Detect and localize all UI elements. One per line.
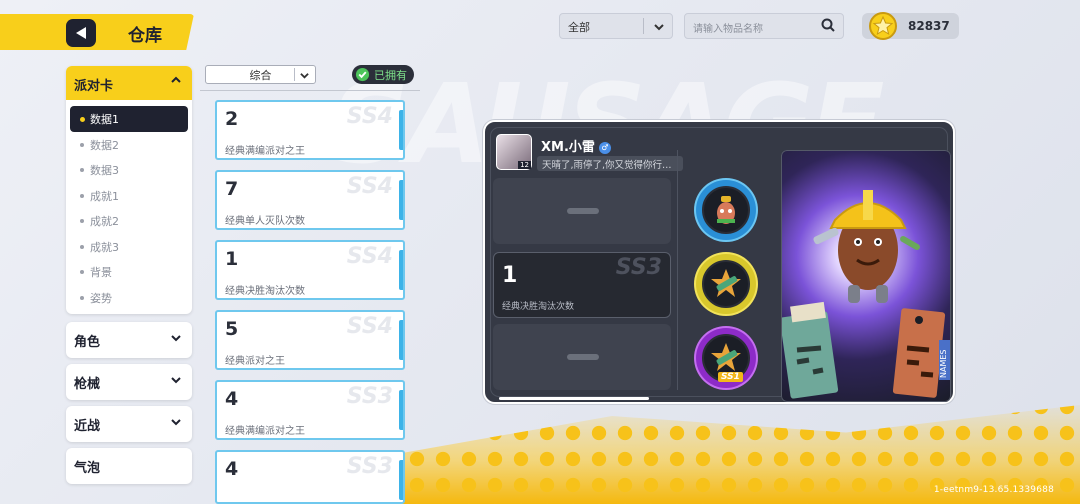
- currency-display: 82837: [862, 12, 959, 40]
- badge-tier-label: SS1: [718, 372, 743, 382]
- category-filter-value: 全部: [568, 21, 590, 34]
- showcase-frame: [781, 150, 951, 402]
- sausage-trophy-icon: [702, 186, 750, 234]
- stat-value: 1: [502, 263, 518, 288]
- stat-card[interactable]: SS3 4 经典满编派对之王: [215, 380, 405, 440]
- category-bubble[interactable]: 气泡: [66, 448, 192, 484]
- tier-label: SS4: [346, 314, 393, 339]
- player-name-text: XM.小雷: [541, 140, 595, 155]
- stat-card[interactable]: SS3 4: [215, 450, 405, 504]
- search-placeholder: 请输入物品名称: [693, 24, 763, 35]
- category-character[interactable]: 角色: [66, 322, 192, 358]
- subcategory-item[interactable]: 数据2: [70, 132, 188, 158]
- stat-label: 经典决胜淘汰次数: [225, 286, 305, 297]
- stat-card[interactable]: SS4 2 经典满编派对之王: [215, 100, 405, 160]
- subcategory-item[interactable]: 成就1: [70, 183, 188, 209]
- stat-value: 1: [225, 248, 239, 270]
- tier-label: SS4: [346, 244, 393, 269]
- tier-label: SS4: [346, 174, 393, 199]
- empty-dash: [567, 354, 599, 360]
- sort-select[interactable]: 综合: [205, 65, 316, 84]
- male-gender-icon: ♂: [598, 142, 611, 154]
- chevron-down-icon: [170, 416, 182, 432]
- category-filter-select[interactable]: 全部: [559, 13, 673, 39]
- chevron-down-icon: [170, 332, 182, 348]
- character-showcase: NAMES: [781, 150, 951, 402]
- stat-value: 7: [225, 178, 239, 200]
- select-divider: [643, 18, 644, 34]
- subcategory-item[interactable]: 成就2: [70, 208, 188, 234]
- category-label: 派对卡: [74, 79, 114, 94]
- star-gun-icon: [702, 260, 750, 308]
- achievement-badge[interactable]: [696, 254, 756, 314]
- stat-value: 5: [225, 318, 239, 340]
- subcategory-item[interactable]: 数据3: [70, 157, 188, 183]
- back-button[interactable]: [66, 19, 96, 47]
- category-menu-expanded: 派对卡 数据1 数据2 数据3 成就1 成就2 成就3 背景 姿势: [66, 66, 192, 314]
- avatar: 12: [496, 134, 532, 170]
- player-signature: 天晴了,雨停了,你又觉得你行…: [537, 156, 683, 171]
- owned-toggle[interactable]: 已拥有: [352, 65, 414, 84]
- category-melee[interactable]: 近战: [66, 406, 192, 442]
- stat-card[interactable]: SS4 5 经典派对之王: [215, 310, 405, 370]
- currency-amount: 82837: [908, 19, 950, 33]
- empty-stat-slot[interactable]: [493, 324, 671, 390]
- star-coin-icon: [868, 11, 898, 44]
- stat-card[interactable]: SS4 1 经典决胜淘汰次数: [215, 240, 405, 300]
- category-label: 角色: [74, 335, 101, 350]
- header-bar: [0, 14, 194, 50]
- empty-dash: [567, 208, 599, 214]
- category-label: 近战: [74, 419, 101, 434]
- back-arrow-icon: [76, 27, 86, 39]
- player-name: XM.小雷 ♂: [541, 136, 611, 155]
- category-party-card[interactable]: 派对卡: [66, 66, 192, 100]
- subcategory-item[interactable]: 姿势: [70, 285, 188, 311]
- select-divider: [294, 68, 295, 81]
- preview-underline: [499, 397, 649, 400]
- stat-label: 经典满编派对之王: [225, 426, 305, 437]
- achievement-badge[interactable]: SS1: [696, 328, 756, 388]
- owned-label: 已拥有: [374, 69, 407, 82]
- chevron-down-icon: [300, 67, 309, 83]
- tier-label: SS3: [615, 255, 662, 280]
- stat-value: 2: [225, 108, 239, 130]
- divider: [677, 150, 678, 390]
- empty-stat-slot[interactable]: [493, 178, 671, 244]
- stat-value: 4: [225, 458, 239, 480]
- party-card-preview: 12 XM.小雷 ♂ 天晴了,雨停了,你又觉得你行… SS3 1 经典决胜淘汰次数…: [483, 120, 955, 404]
- subcategory-item[interactable]: 数据1: [70, 106, 188, 132]
- search-icon[interactable]: [821, 18, 835, 35]
- stat-slot[interactable]: SS3 1 经典决胜淘汰次数: [493, 252, 671, 318]
- category-label: 枪械: [74, 377, 101, 392]
- stat-label: 经典满编派对之王: [225, 146, 305, 157]
- version-label: 1-eetnm9-13.65.1339688: [933, 485, 1054, 495]
- tier-label: SS3: [346, 454, 393, 479]
- sort-value: 综合: [249, 69, 272, 82]
- category-label: 气泡: [74, 461, 101, 476]
- tier-label: SS4: [346, 104, 393, 129]
- divider: [200, 90, 420, 98]
- achievement-badge[interactable]: [696, 180, 756, 240]
- stat-value: 4: [225, 388, 239, 410]
- subcategory-item[interactable]: 背景: [70, 259, 188, 285]
- chevron-down-icon: [170, 374, 182, 390]
- stat-label: 经典决胜淘汰次数: [502, 302, 575, 312]
- stat-label: 经典单人灭队次数: [225, 216, 305, 227]
- search-input[interactable]: 请输入物品名称: [684, 13, 844, 39]
- level-badge: 12: [518, 161, 531, 169]
- subcategory-item[interactable]: 成就3: [70, 234, 188, 260]
- stat-label: 经典派对之王: [225, 356, 285, 367]
- stat-card[interactable]: SS4 7 经典单人灭队次数: [215, 170, 405, 230]
- category-guns[interactable]: 枪械: [66, 364, 192, 400]
- chevron-up-icon: [170, 74, 182, 90]
- check-circle-icon: [355, 67, 370, 85]
- page-title: 仓库: [128, 26, 162, 46]
- subcategory-list: 数据1 数据2 数据3 成就1 成就2 成就3 背景 姿势: [66, 100, 192, 314]
- tier-label: SS3: [346, 384, 393, 409]
- chevron-down-icon: [654, 17, 664, 35]
